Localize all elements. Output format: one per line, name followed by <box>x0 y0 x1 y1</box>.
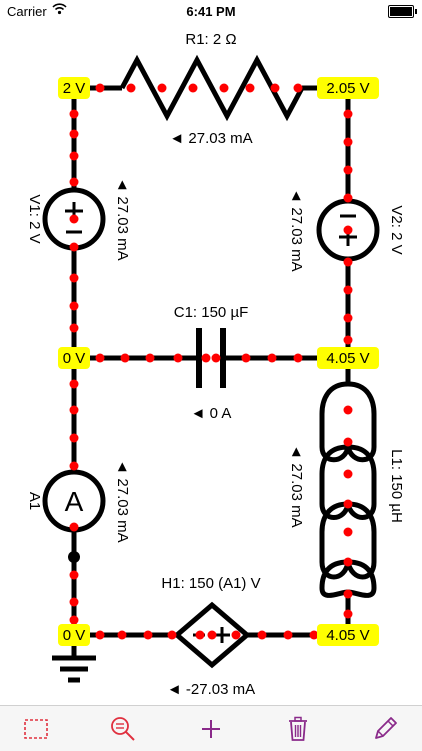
clock: 6:41 PM <box>186 4 236 19</box>
select-rectangle-icon <box>23 718 49 740</box>
plus-icon <box>200 718 222 740</box>
r1-current: ◄ 27.03 mA <box>169 130 252 147</box>
v1-current: ◄ 27.03 mA <box>114 177 131 260</box>
h1-label: H1: 150 (A1) V <box>161 575 260 592</box>
trash-icon <box>287 716 309 742</box>
svg-text:0 V: 0 V <box>63 350 86 367</box>
c1-label: C1: 150 µF <box>174 304 249 321</box>
svg-text:4.05 V: 4.05 V <box>326 627 369 644</box>
node-label-bottom-left[interactable]: 0 V <box>58 624 90 646</box>
l1-current: ◄ 27.03 mA <box>288 444 305 527</box>
node-label-mid-left[interactable]: 0 V <box>58 347 90 369</box>
node-label-mid-right[interactable]: 4.05 V <box>317 347 379 369</box>
wires <box>71 85 351 658</box>
l1-label: L1: 150 µH <box>388 449 405 523</box>
node-label-top-left[interactable]: 2 V <box>58 77 90 99</box>
add-button[interactable] <box>189 706 233 751</box>
v1-label: V1: 2 V <box>26 194 43 243</box>
ammeter-a1[interactable]: A <box>42 469 106 533</box>
battery-icon <box>388 5 417 18</box>
a1-current: ◄ 27.03 mA <box>114 459 131 542</box>
ground-symbol[interactable] <box>52 655 96 683</box>
pencil-icon <box>372 716 398 742</box>
node-label-bottom-right[interactable]: 4.05 V <box>317 624 379 646</box>
node-label-top-right[interactable]: 2.05 V <box>317 77 379 99</box>
svg-text:0 V: 0 V <box>63 627 86 644</box>
svg-text:2 V: 2 V <box>63 80 86 97</box>
current-dots <box>69 83 353 640</box>
svg-text:4.05 V: 4.05 V <box>326 350 369 367</box>
delete-button[interactable] <box>276 706 320 751</box>
ammeter-symbol: A <box>65 486 84 517</box>
zoom-icon <box>109 715 137 743</box>
v2-label: V2: 2 V <box>388 205 405 254</box>
bottom-toolbar <box>0 705 422 751</box>
h1-current: ◄ -27.03 mA <box>167 681 255 698</box>
select-button[interactable] <box>14 706 58 751</box>
svg-text:2.05 V: 2.05 V <box>326 80 369 97</box>
r1-label: R1: 2 Ω <box>185 31 236 48</box>
circuit-canvas[interactable]: A 2 V 2.05 V 0 V 4.05 V 0 V 4.05 V R1: 2… <box>0 22 422 705</box>
status-bar: Carrier 6:41 PM <box>0 0 422 22</box>
edit-button[interactable] <box>363 706 407 751</box>
terminal-dots <box>68 551 80 563</box>
c1-current: ◄ 0 A <box>191 405 232 422</box>
zoom-button[interactable] <box>101 706 145 751</box>
v2-current: ◄ 27.03 mA <box>288 188 305 271</box>
a1-label: A1 <box>26 492 43 510</box>
